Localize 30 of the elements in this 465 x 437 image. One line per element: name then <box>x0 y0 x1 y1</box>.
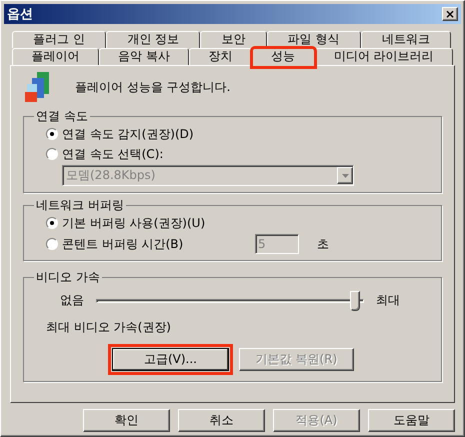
min-label: 없음 <box>60 292 84 309</box>
radio-option[interactable]: 연결 속도 감지(권장)(D) <box>46 125 429 143</box>
tab[interactable]: 파일 형식 <box>266 31 361 48</box>
tab[interactable]: 플레이어 <box>12 48 99 65</box>
window-title: 옵션 <box>7 6 33 23</box>
tab[interactable]: 음악 복사 <box>98 48 190 65</box>
status-text: 최대 비디오 가속(권장) <box>46 319 172 336</box>
radio-option[interactable]: 기본 버퍼링 사용(권장)(U) <box>46 214 429 232</box>
group-title: 네트워크 버퍼링 <box>35 197 125 214</box>
tab[interactable]: 플러그 인 <box>12 31 106 48</box>
caret-icon <box>342 174 348 178</box>
tab[interactable]: 성능 <box>252 48 315 67</box>
tab[interactable]: 장치 <box>189 48 252 65</box>
intro-text: 플레이어 성능을 구성합니다. <box>75 78 230 96</box>
dialog-button[interactable]: 취소 <box>178 409 265 432</box>
unit-label: 초 <box>317 236 329 252</box>
tab[interactable]: 보안 <box>200 31 267 48</box>
radio-option[interactable]: 연결 속도 선택(C): <box>46 145 429 163</box>
tab[interactable]: 네트워크 <box>360 31 451 48</box>
group-title: 비디오 가속 <box>35 269 101 286</box>
dialog-button[interactable]: 고급(V)... <box>112 348 229 371</box>
slider-thumb[interactable] <box>350 290 360 310</box>
dialog-button[interactable]: 도움말 <box>368 409 455 432</box>
dialog-button[interactable]: 확인 <box>83 409 170 432</box>
max-label: 최대 <box>376 292 400 309</box>
close-button[interactable]: × <box>442 7 458 21</box>
radio-option[interactable]: 콘텐트 버퍼링 시간(B) <box>46 235 184 253</box>
group-title: 연결 속도 <box>35 108 89 125</box>
tab[interactable]: 개인 정보 <box>106 31 200 48</box>
tab[interactable]: 미디어 라이브러리 <box>314 48 454 65</box>
